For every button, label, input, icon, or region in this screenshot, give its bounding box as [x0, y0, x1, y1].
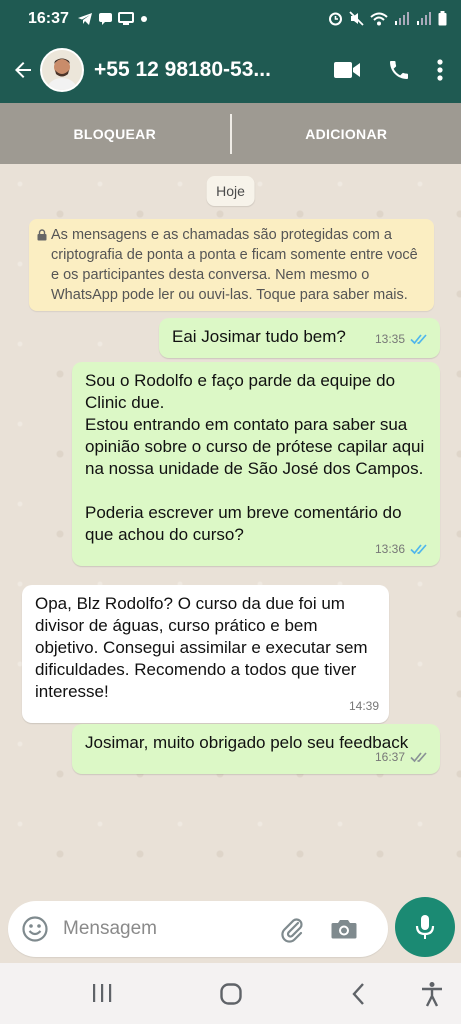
more-options-icon[interactable] — [437, 58, 443, 82]
accessibility-icon[interactable] — [420, 981, 444, 1007]
video-call-icon[interactable] — [333, 60, 361, 80]
message-bubble-outgoing[interactable]: Eai Josimar tudo bem? 13:35 — [159, 318, 440, 358]
status-system-icons — [328, 11, 447, 26]
read-ticks-icon — [410, 544, 427, 555]
message-bubble-incoming[interactable]: Opa, Blz Rodolfo? O curso da due foi um … — [22, 585, 389, 723]
message-time: 14:39 — [348, 699, 379, 713]
status-notification-icons — [77, 11, 149, 26]
message-meta: 14:39 — [349, 695, 379, 717]
delivered-ticks-icon — [410, 752, 427, 763]
chat-area[interactable]: Hoje As mensagens e as chamadas são prot… — [0, 164, 461, 897]
avatar-photo — [42, 50, 82, 90]
status-time: 16:37 — [28, 9, 69, 27]
chat-header: +55 12 98180-53... — [0, 37, 461, 103]
message-text: Opa, Blz Rodolfo? O curso da due foi um … — [35, 594, 373, 701]
signal-icon — [395, 11, 409, 25]
message-text: Eai Josimar tudo bem? — [172, 327, 346, 346]
signal-2-icon — [417, 11, 431, 25]
wifi-icon — [370, 12, 388, 25]
telegram-icon — [77, 12, 92, 25]
encryption-notice[interactable]: As mensagens e as chamadas são protegida… — [29, 219, 434, 311]
message-text: Sou o Rodolfo e faço parde da equipe do … — [85, 371, 425, 544]
recent-apps-icon[interactable] — [91, 983, 113, 1003]
emoji-icon[interactable] — [21, 915, 49, 943]
message-meta: 16:37 — [375, 746, 430, 768]
message-input[interactable] — [63, 918, 268, 940]
add-contact-button[interactable]: ADICIONAR — [232, 126, 461, 142]
unknown-contact-bar: BLOQUEAR ADICIONAR — [0, 103, 461, 164]
message-time: 13:35 — [374, 332, 405, 346]
composer — [8, 901, 388, 957]
chat-icon — [98, 12, 112, 25]
system-nav-bar — [0, 963, 461, 1024]
dot-icon — [140, 15, 147, 22]
mic-icon — [415, 915, 435, 939]
nav-back-icon[interactable] — [351, 982, 367, 1006]
home-icon[interactable] — [219, 982, 243, 1006]
back-arrow-icon — [15, 62, 31, 78]
battery-icon — [438, 11, 447, 26]
status-bar: 16:37 — [0, 0, 461, 37]
block-button[interactable]: BLOQUEAR — [0, 126, 230, 142]
message-time: 13:36 — [374, 542, 405, 556]
alarm-icon — [329, 12, 342, 26]
phone-icon[interactable] — [387, 58, 411, 82]
message-bubble-outgoing[interactable]: Josimar, muito obrigado pelo seu feedbac… — [72, 724, 440, 774]
date-chip: Hoje — [206, 176, 255, 206]
screen-icon — [117, 11, 134, 25]
camera-icon[interactable] — [330, 917, 358, 941]
lock-icon — [37, 229, 47, 241]
back-button[interactable] — [6, 50, 40, 90]
avatar[interactable] — [40, 48, 84, 92]
message-meta: 13:36 — [375, 538, 430, 560]
message-meta: 13:35 — [375, 328, 430, 350]
mic-button[interactable] — [395, 897, 455, 957]
composer-bar — [0, 897, 461, 963]
message-time: 16:37 — [374, 750, 405, 764]
attach-icon[interactable] — [278, 915, 306, 943]
message-bubble-outgoing[interactable]: Sou o Rodolfo e faço parde da equipe do … — [72, 362, 440, 566]
contact-name[interactable]: +55 12 98180-53... — [94, 58, 294, 82]
read-ticks-icon — [410, 334, 427, 345]
encryption-notice-text: As mensagens e as chamadas são protegida… — [51, 227, 418, 303]
mute-icon — [349, 11, 364, 26]
